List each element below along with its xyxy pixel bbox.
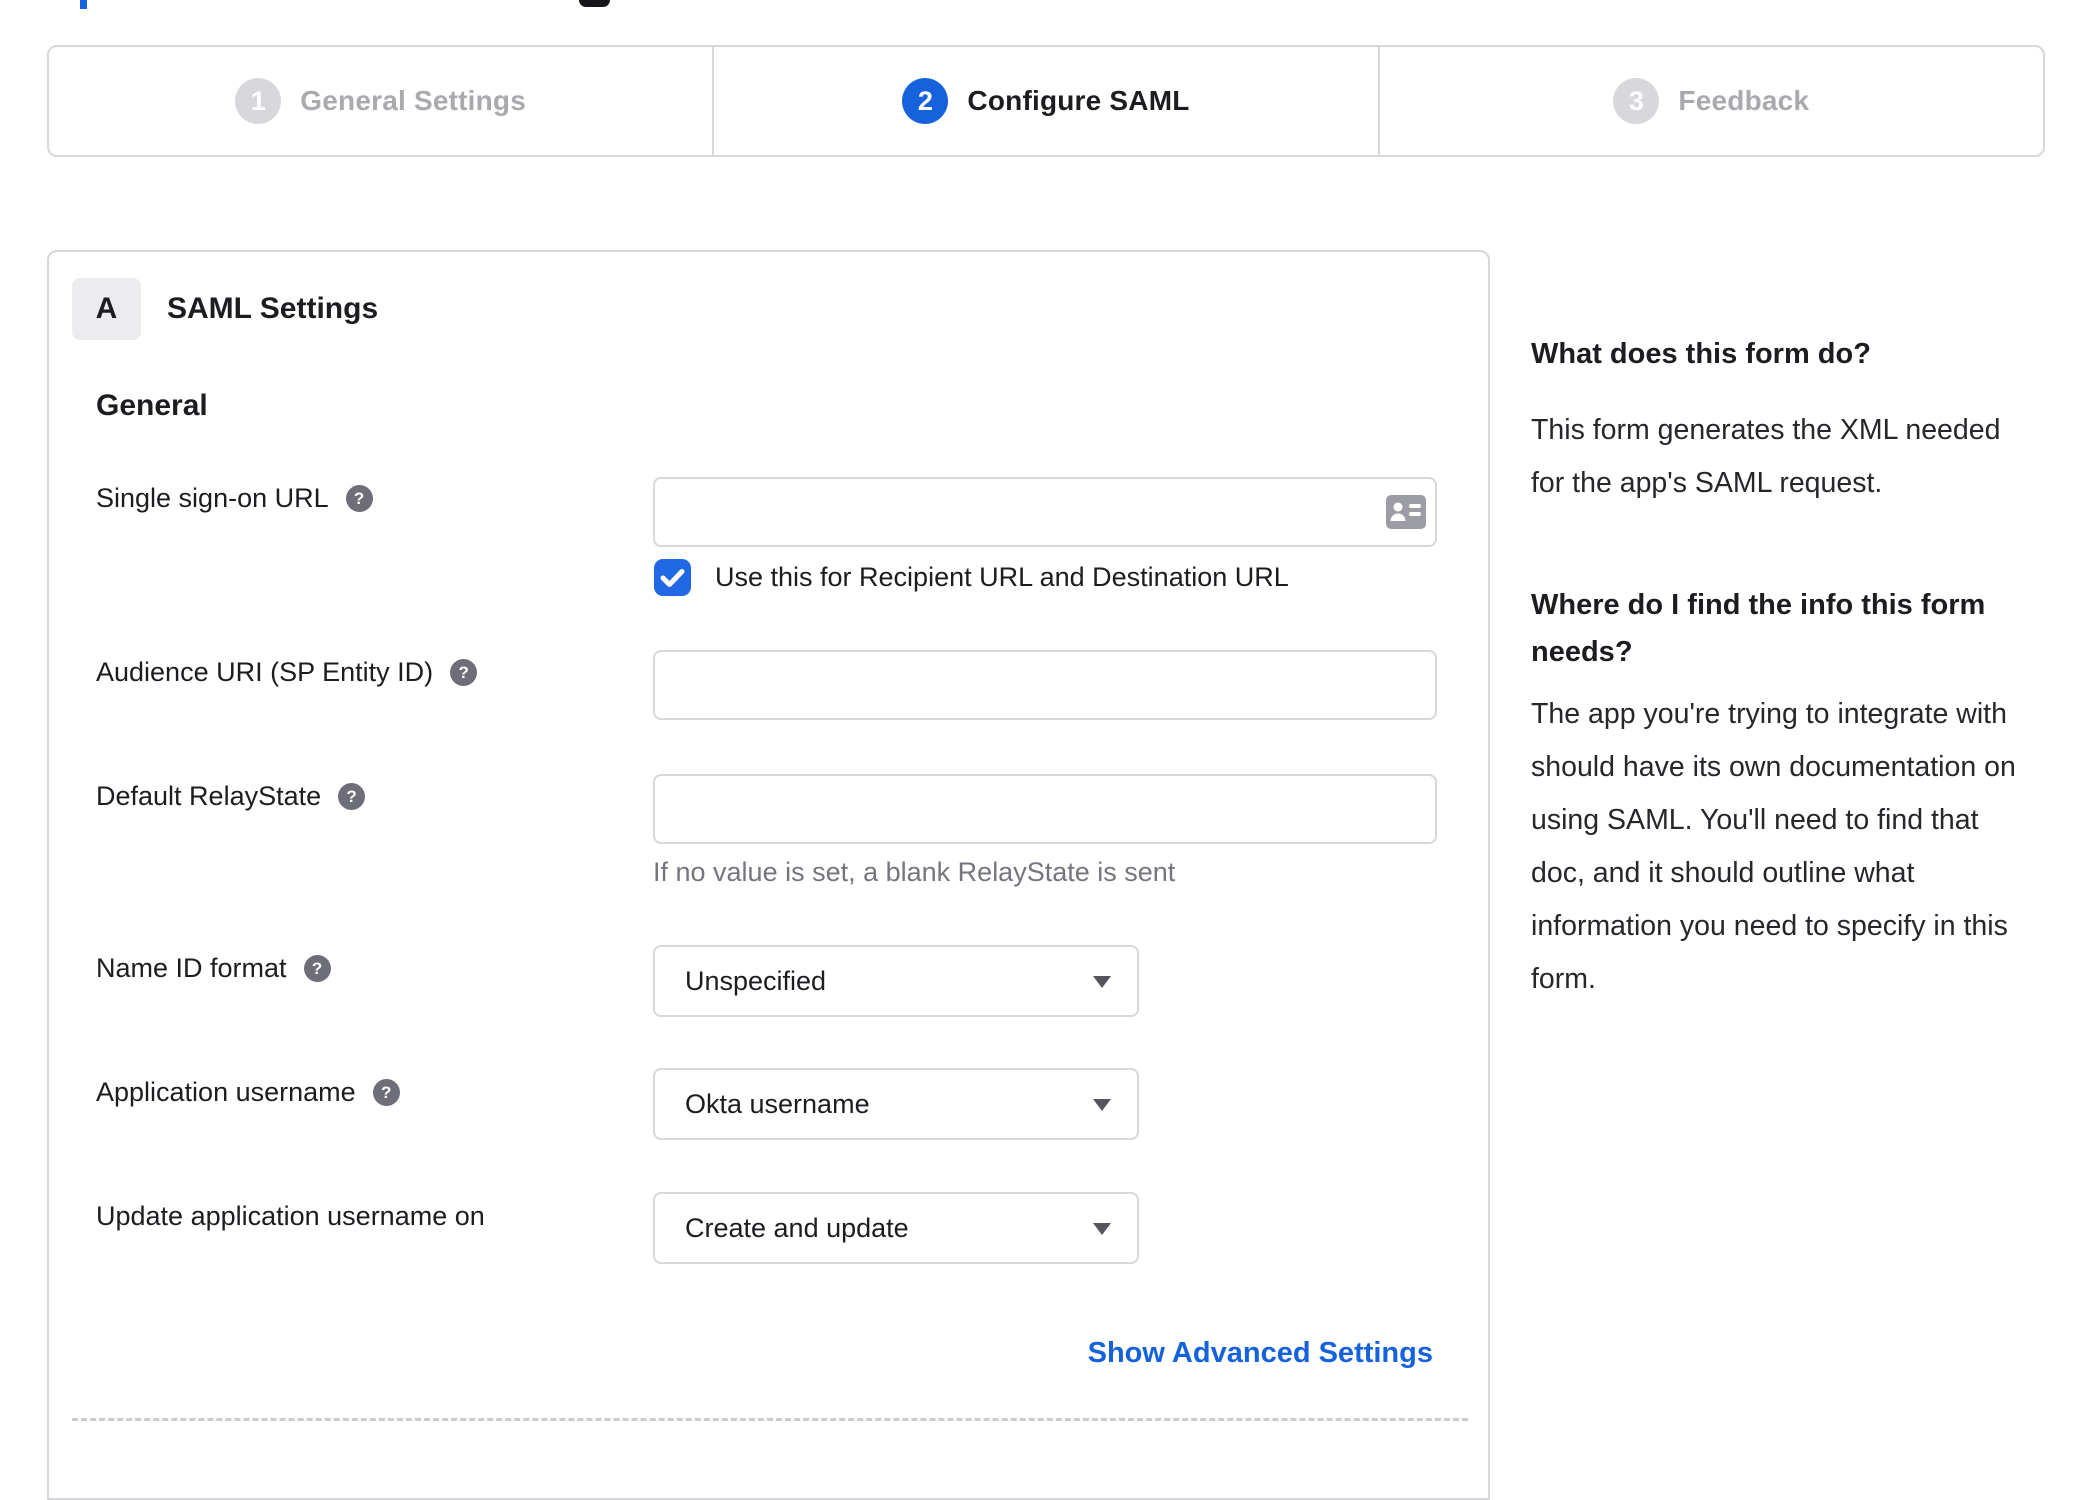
saml-settings-panel: A SAML Settings General Single sign-on U… xyxy=(47,250,1490,1500)
sidebar-heading-where: Where do I find the info this form needs… xyxy=(1531,589,1986,668)
sidebar-paragraph-what: This form generates the XML needed for t… xyxy=(1531,414,2001,499)
step-configure-saml[interactable]: 2 Configure SAML xyxy=(714,47,1380,155)
name-id-format-help-icon[interactable]: ? xyxy=(303,955,331,982)
default-relaystate-label: Default RelayState ? xyxy=(96,781,366,812)
audience-uri-label: Audience URI (SP Entity ID) ? xyxy=(96,657,478,688)
audience-uri-input[interactable] xyxy=(653,650,1437,720)
audience-uri-help-icon[interactable]: ? xyxy=(450,659,478,686)
dropdown-arrow-icon xyxy=(1093,1099,1111,1111)
show-advanced-settings-link[interactable]: Show Advanced Settings xyxy=(1088,1337,1433,1370)
step-general-settings[interactable]: 1 General Settings xyxy=(49,47,715,155)
checkmark-icon xyxy=(660,568,685,587)
section-dashed-divider xyxy=(72,1418,1468,1421)
sso-url-label-text: Single sign-on URL xyxy=(96,483,329,513)
step-feedback[interactable]: 3 Feedback xyxy=(1380,47,2043,155)
step-3-number-badge: 3 xyxy=(1613,78,1660,124)
application-username-label: Application username ? xyxy=(96,1077,400,1108)
application-username-select[interactable]: Okta username xyxy=(653,1068,1139,1140)
default-relaystate-label-text: Default RelayState xyxy=(96,781,322,811)
cutoff-app-logo-fragment xyxy=(579,0,610,7)
name-id-format-label-text: Name ID format xyxy=(96,953,287,983)
section-title: SAML Settings xyxy=(167,292,379,325)
sso-url-label: Single sign-on URL ? xyxy=(96,483,373,514)
sidebar-paragraph-where: The app you're trying to integrate with … xyxy=(1531,698,2016,995)
section-a-badge: A xyxy=(72,278,141,340)
name-id-format-label: Name ID format ? xyxy=(96,953,331,984)
application-username-value: Okta username xyxy=(685,1088,870,1119)
cutoff-blue-fragment xyxy=(80,0,87,9)
wizard-stepper: 1 General Settings 2 Configure SAML 3 Fe… xyxy=(47,45,2045,157)
update-app-username-value: Create and update xyxy=(685,1212,909,1243)
sso-url-input[interactable] xyxy=(653,477,1437,547)
update-app-username-label-text: Update application username on xyxy=(96,1201,485,1231)
dropdown-arrow-icon xyxy=(1093,976,1111,988)
step-2-number-badge: 2 xyxy=(902,78,949,124)
dropdown-arrow-icon xyxy=(1093,1223,1111,1235)
default-relaystate-input[interactable] xyxy=(653,774,1437,844)
sidebar-heading-what: What does this form do? xyxy=(1531,338,1871,370)
sso-recipient-checkbox-row: Use this for Recipient URL and Destinati… xyxy=(654,559,1289,596)
audience-uri-label-text: Audience URI (SP Entity ID) xyxy=(96,657,434,687)
application-username-help-icon[interactable]: ? xyxy=(372,1079,400,1106)
update-app-username-select[interactable]: Create and update xyxy=(653,1192,1139,1264)
default-relaystate-help-icon[interactable]: ? xyxy=(338,783,366,810)
application-username-label-text: Application username xyxy=(96,1077,356,1107)
name-id-format-value: Unspecified xyxy=(685,965,827,996)
update-app-username-label: Update application username on xyxy=(96,1201,485,1232)
help-sidebar: What does this form do? This form genera… xyxy=(1531,331,2051,1006)
step-2-label: Configure SAML xyxy=(967,85,1190,116)
sso-url-help-icon[interactable]: ? xyxy=(345,485,373,512)
general-group-heading: General xyxy=(96,389,208,422)
name-id-format-select[interactable]: Unspecified xyxy=(653,945,1139,1017)
recipient-url-checkbox[interactable] xyxy=(654,559,691,596)
step-1-number-badge: 1 xyxy=(235,78,282,124)
default-relaystate-hint: If no value is set, a blank RelayState i… xyxy=(653,857,1176,887)
step-3-label: Feedback xyxy=(1678,85,1810,116)
step-1-label: General Settings xyxy=(300,85,527,116)
recipient-url-checkbox-label[interactable]: Use this for Recipient URL and Destinati… xyxy=(715,562,1289,593)
contact-card-icon xyxy=(1386,495,1426,529)
